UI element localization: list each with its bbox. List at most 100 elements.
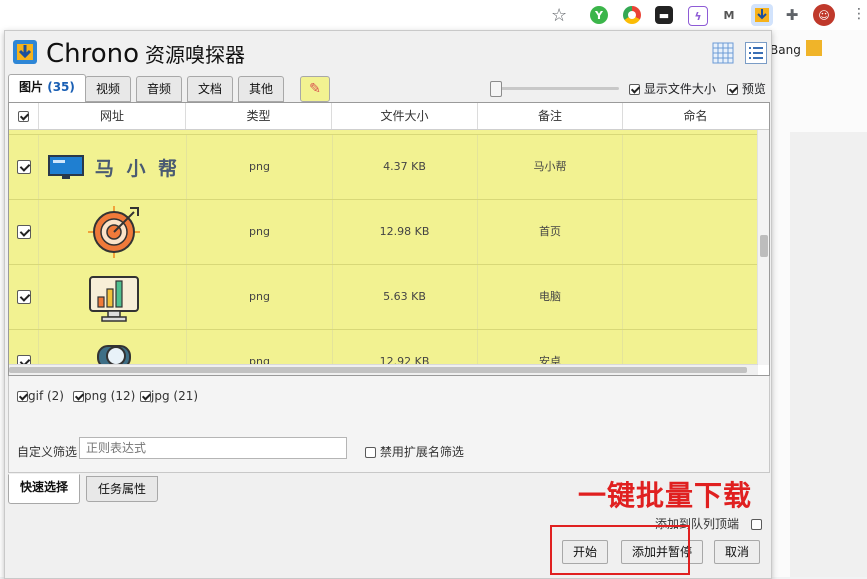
annotation-highlight-box	[550, 525, 690, 575]
page-side-badge-icon	[806, 40, 822, 56]
column-header-url[interactable]: 网址	[39, 103, 186, 129]
column-header-size[interactable]: 文件大小	[332, 103, 478, 129]
tab-other-label: 其他	[249, 82, 274, 96]
gmail-icon[interactable]: M	[720, 6, 738, 24]
puzzle-icon[interactable]: ✚	[783, 6, 801, 24]
regex-filter-input[interactable]	[79, 437, 347, 459]
computer-icon	[47, 155, 84, 179]
tab-images-count: (35)	[47, 80, 75, 94]
grid-view-icon[interactable]	[712, 42, 734, 64]
app-subtitle: 资源嗅探器	[145, 43, 246, 67]
avatar[interactable]: ☺	[813, 4, 835, 26]
cancel-button[interactable]: 取消	[714, 540, 761, 564]
show-file-size-checkbox[interactable]	[629, 84, 640, 95]
list-view-icon[interactable]	[745, 42, 767, 64]
grid-vertical-scrollbar[interactable]	[757, 129, 769, 365]
column-header-type[interactable]: 类型	[186, 103, 332, 129]
grid-horizontal-scroll-thumb[interactable]	[9, 367, 747, 373]
filter-gif-checkbox[interactable]	[17, 391, 28, 402]
filter-jpg-checkbox[interactable]	[140, 391, 151, 402]
target-icon	[87, 206, 140, 258]
tab-audio-label: 音频	[147, 82, 172, 96]
table-row[interactable]: png 12.98 KB 首页	[9, 200, 758, 265]
filter-gif[interactable]: gif (2)	[17, 389, 64, 403]
tab-docs[interactable]: 文档	[187, 76, 234, 102]
web-page-column	[790, 132, 867, 577]
chrome-color-icon[interactable]	[623, 6, 641, 24]
preview-label: 预览	[741, 82, 766, 96]
table-row[interactable]: png 5.63 KB 电脑	[9, 265, 758, 330]
browser-menu-icon[interactable]: ⋮	[852, 6, 866, 22]
preview-option[interactable]: 预览	[727, 80, 766, 97]
show-file-size-option[interactable]: 显示文件大小	[629, 80, 716, 97]
annotation-text: 一键批量下载	[578, 479, 753, 512]
row-checkbox-cell	[9, 135, 39, 199]
type-cell: png	[186, 135, 333, 199]
tab-images-label: 图片	[19, 80, 44, 94]
row-checkbox[interactable]	[16, 290, 31, 304]
pencil-icon: ✎	[309, 81, 321, 97]
note-cell[interactable]: 电脑	[478, 265, 623, 329]
grid-vertical-scroll-thumb[interactable]	[760, 235, 768, 257]
disable-ext-filter-checkbox[interactable]	[365, 447, 376, 458]
row-checkbox[interactable]	[16, 160, 31, 174]
tab-images[interactable]: 图片 (35)	[8, 74, 86, 104]
filter-jpg-label: jpg (21)	[151, 389, 199, 403]
purple-bolt-icon[interactable]: ϟ	[688, 6, 708, 26]
page-side-label: Bang	[770, 43, 801, 57]
browser-toolbar: ☆ Y ▬ ϟ M ✚ ☺ ⋮	[0, 0, 867, 31]
thumbnail-mxb: 马 小 帮	[41, 135, 186, 199]
disable-ext-filter-option[interactable]: 禁用扩展名筛选	[365, 443, 464, 460]
preview-checkbox[interactable]	[727, 84, 738, 95]
tab-docs-label: 文档	[198, 82, 223, 96]
chrono-download-icon[interactable]	[751, 4, 773, 26]
star-icon[interactable]: ☆	[551, 5, 567, 26]
name-cell[interactable]	[623, 135, 758, 199]
add-to-queue-top-checkbox[interactable]	[750, 519, 762, 530]
tab-task-properties[interactable]: 任务属性	[86, 476, 159, 502]
thumbnail-target	[41, 200, 186, 264]
chrono-logo-icon	[13, 40, 37, 64]
disable-ext-filter-label: 禁用扩展名筛选	[379, 445, 464, 459]
show-file-size-label: 显示文件大小	[643, 82, 716, 96]
row-checkbox-cell	[9, 265, 39, 329]
grid-horizontal-scrollbar[interactable]	[9, 364, 758, 375]
thumbnail-monitor	[41, 265, 186, 329]
thumb-size-slider-handle[interactable]	[490, 81, 502, 97]
select-all-cell	[9, 103, 39, 129]
row-checkbox-cell	[9, 200, 39, 264]
pencil-edit-button[interactable]: ✎	[300, 76, 330, 102]
type-cell: png	[186, 265, 333, 329]
filter-jpg[interactable]: jpg (21)	[140, 389, 198, 403]
resource-grid: 网址 类型 文件大小 备注 命名 马 小 帮 png 4.37 KB 马小帮 p…	[8, 102, 770, 376]
size-cell: 4.37 KB	[332, 135, 478, 199]
column-header-name[interactable]: 命名	[623, 103, 768, 129]
tab-extension-icon[interactable]: ▬	[655, 6, 673, 24]
app-title: Chrono 资源嗅探器	[46, 38, 245, 71]
name-cell[interactable]	[623, 200, 758, 264]
filter-gif-label: gif (2)	[28, 389, 64, 403]
type-cell: png	[186, 200, 333, 264]
filter-png[interactable]: png (12)	[73, 389, 135, 403]
tab-other[interactable]: 其他	[238, 76, 285, 102]
column-header-note[interactable]: 备注	[478, 103, 623, 129]
custom-filter-label: 自定义筛选	[17, 445, 78, 459]
tab-quick-select[interactable]: 快速选择	[8, 474, 81, 504]
note-cell[interactable]: 马小帮	[478, 135, 623, 199]
filter-png-label: png (12)	[84, 389, 136, 403]
row-checkbox[interactable]	[16, 225, 31, 239]
tab-audio[interactable]: 音频	[136, 76, 183, 102]
thumbnail-mxb-text: 马 小 帮	[94, 157, 181, 180]
tab-video-label: 视频	[96, 82, 121, 96]
filter-png-checkbox[interactable]	[73, 391, 84, 402]
note-cell[interactable]: 首页	[478, 200, 623, 264]
tab-video[interactable]: 视频	[85, 76, 132, 102]
monitor-chart-icon	[88, 276, 139, 322]
table-row[interactable]: 马 小 帮 png 4.37 KB 马小帮	[9, 135, 758, 200]
y-extension-icon[interactable]: Y	[590, 6, 608, 24]
select-all-checkbox[interactable]	[18, 111, 29, 122]
size-cell: 5.63 KB	[332, 265, 478, 329]
size-cell: 12.98 KB	[332, 200, 478, 264]
name-cell[interactable]	[623, 265, 758, 329]
thumb-size-slider-track[interactable]	[493, 87, 619, 90]
